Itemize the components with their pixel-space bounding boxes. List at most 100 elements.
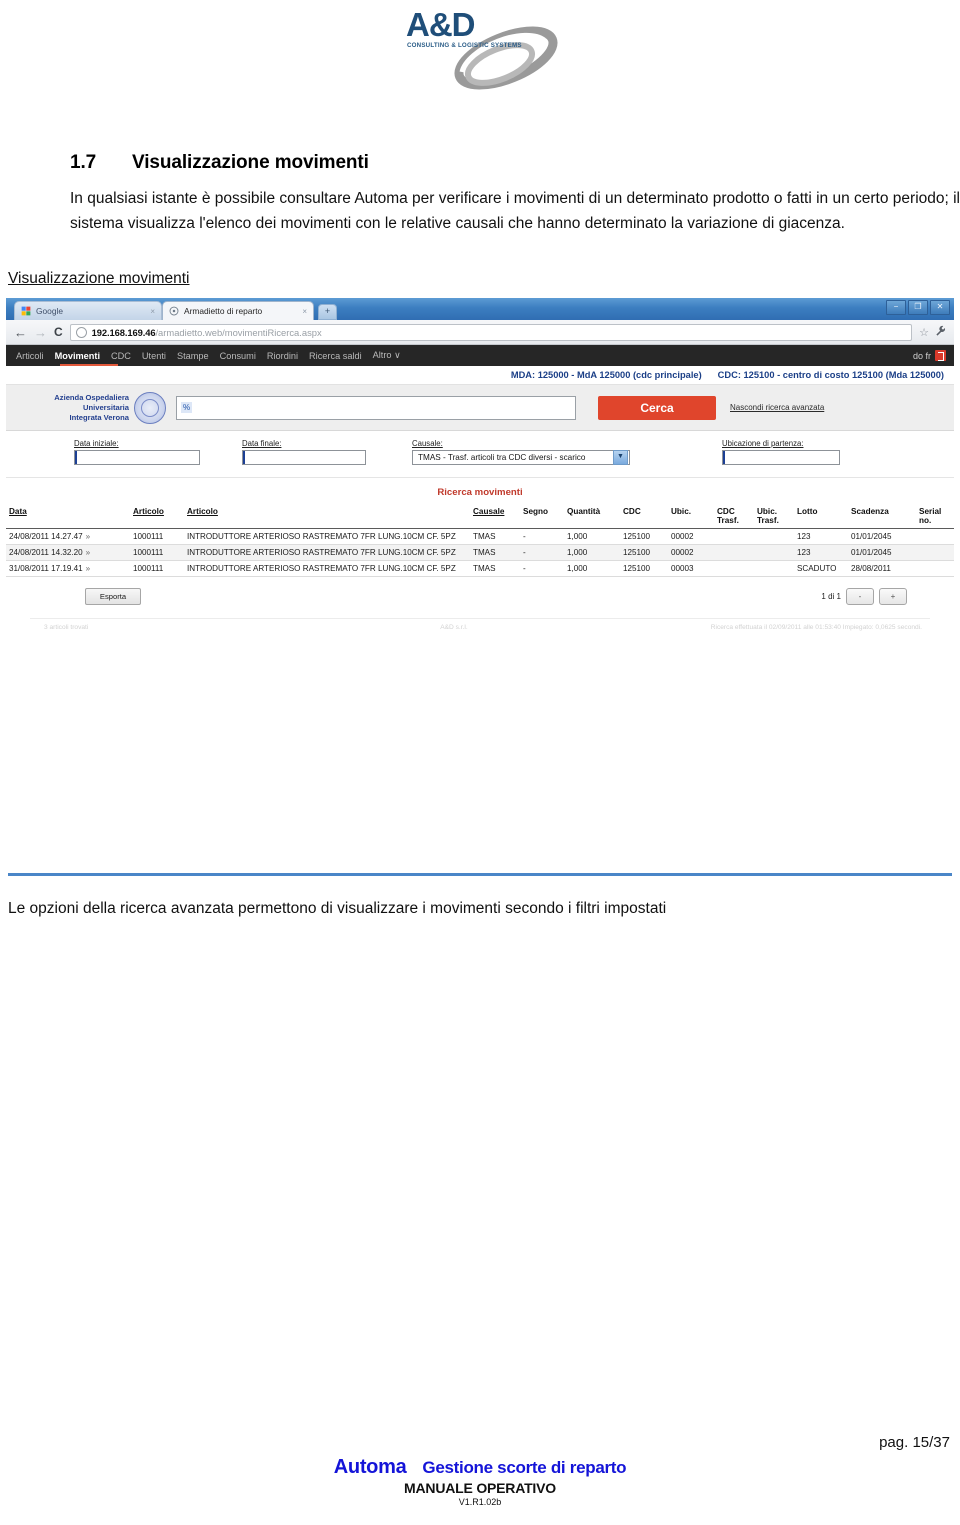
cell-quantita: 1,000	[564, 560, 620, 577]
cell-causale: TMAS	[470, 544, 520, 561]
nav-item-altro[interactable]: Altro ∨	[373, 350, 401, 361]
browser-tab-armadietto[interactable]: Armadietto di reparto ×	[162, 301, 314, 320]
nav-item-cdc[interactable]: CDC	[111, 351, 131, 361]
chevron-down-icon[interactable]: ▼	[613, 450, 628, 465]
tab-title: Armadietto di reparto	[184, 306, 263, 316]
col-data[interactable]: Data	[6, 505, 130, 529]
logout-icon[interactable]	[935, 350, 946, 361]
cell-serial	[916, 544, 954, 561]
cell-cdc-trasf	[714, 560, 754, 577]
table-header-row: Data Articolo Articolo Causale Segno Qua…	[6, 505, 954, 529]
table-row[interactable]: 31/08/2011 17.19.41» 1000111 INTRODUTTOR…	[6, 560, 954, 577]
nav-item-consumi[interactable]: Consumi	[220, 351, 256, 361]
data-iniziale-input[interactable]	[74, 450, 200, 465]
pager-prev-button[interactable]: -	[846, 588, 874, 605]
nav-item-movimenti[interactable]: Movimenti	[55, 351, 100, 361]
app-main-nav: Articoli Movimenti CDC Utenti Stampe Con…	[6, 345, 954, 366]
toggle-advanced-search-link[interactable]: Nascondi ricerca avanzata	[730, 403, 824, 412]
ubicazione-partenza-input[interactable]	[722, 450, 840, 465]
results-title: Ricerca movimenti	[437, 487, 523, 498]
nav-item-ricerca-saldi[interactable]: Ricerca saldi	[309, 351, 362, 361]
new-tab-button[interactable]: +	[318, 304, 337, 320]
filter-data-finale: Data finale:	[242, 439, 366, 465]
wrench-menu-icon[interactable]	[935, 325, 946, 339]
cell-cdc: 125100	[620, 544, 668, 561]
col-cdc: CDC	[620, 505, 668, 529]
hospital-line-1: Azienda Ospedaliera	[54, 392, 129, 402]
bookmark-star-icon[interactable]: ☆	[919, 326, 929, 339]
close-icon[interactable]: ×	[150, 307, 155, 316]
footer-brand: Automa	[333, 1456, 407, 1478]
causale-select[interactable]: TMAS - Trasf. articoli tra CDC diversi -…	[412, 450, 630, 465]
forward-icon[interactable]: →	[34, 326, 47, 339]
filter-causale: Causale: TMAS - Trasf. articoli tra CDC …	[412, 439, 630, 465]
company-logo: A&D CONSULTING & LOGISTIC SYSTEMS	[0, 4, 960, 99]
col-causale[interactable]: Causale	[470, 505, 520, 529]
expand-chevron-icon[interactable]: »	[83, 532, 94, 541]
cell-data: 31/08/2011 17.19.41»	[6, 560, 130, 577]
url-host: 192.168.169.46	[91, 326, 156, 338]
horizontal-rule	[8, 873, 952, 876]
cell-causale: TMAS	[470, 528, 520, 545]
logo-wordmark: A&D	[406, 6, 475, 43]
cell-scadenza: 28/08/2011	[848, 560, 916, 577]
nav-item-riordini[interactable]: Riordini	[267, 351, 298, 361]
address-bar[interactable]: 192.168.169.46/armadietto.web/movimentiR…	[69, 323, 913, 341]
cell-ubic: 00003	[668, 560, 714, 577]
page-footer: Automa Gestione scorte di reparto MANUALE…	[0, 1456, 960, 1507]
cell-serial	[916, 560, 954, 577]
url-path: /armadietto.web/movimentiRicerca.aspx	[155, 326, 322, 338]
maximize-button[interactable]: ❐	[908, 300, 928, 315]
cell-lotto: 123	[794, 544, 848, 561]
col-ubic: Ubic.	[668, 505, 714, 529]
cell-codice: 1000111	[130, 560, 184, 577]
close-window-button[interactable]: ✕	[930, 300, 950, 315]
reload-icon[interactable]: C	[54, 326, 63, 338]
results-area: Ricerca movimenti Data Articolo Articolo…	[6, 478, 954, 638]
hospital-seal-icon	[134, 391, 166, 424]
cell-ubic: 00002	[668, 544, 714, 561]
cell-articolo: INTRODUTTORE ARTERIOSO RASTREMATO 7FR LU…	[184, 528, 470, 545]
nav-item-stampe[interactable]: Stampe	[177, 351, 209, 361]
footer-version: V1.R1.02b	[458, 1497, 502, 1507]
back-icon[interactable]: ←	[14, 326, 27, 339]
context-bar: MDA: 125000 - MdA 125000 (cdc principale…	[6, 366, 954, 385]
table-row[interactable]: 24/08/2011 14.32.20» 1000111 INTRODUTTOR…	[6, 544, 954, 561]
cell-causale: TMAS	[470, 560, 520, 577]
window-controls: − ❐ ✕	[886, 300, 950, 315]
col-articolo-desc[interactable]: Articolo	[184, 505, 470, 529]
user-label: do fr	[912, 350, 931, 361]
cell-scadenza: 01/01/2045	[848, 544, 916, 561]
logo-tagline: CONSULTING & LOGISTIC SYSTEMS	[407, 42, 522, 49]
hospital-branding: Azienda Ospedaliera Universitaria Integr…	[16, 391, 166, 424]
expand-chevron-icon[interactable]: »	[83, 564, 94, 573]
nav-item-articoli[interactable]: Articoli	[16, 351, 44, 361]
google-favicon-icon	[21, 306, 31, 316]
pager-text: 1 di 1	[821, 592, 841, 601]
cerca-button[interactable]: Cerca	[598, 395, 716, 420]
hospital-line-2: Universitaria	[82, 402, 129, 412]
active-tab-indicator	[60, 364, 118, 366]
filter-label: Data iniziale:	[74, 439, 119, 448]
close-icon[interactable]: ×	[302, 307, 307, 316]
col-articolo-codice[interactable]: Articolo	[130, 505, 184, 529]
nav-item-utenti[interactable]: Utenti	[142, 351, 166, 361]
cell-lotto: 123	[794, 528, 848, 545]
filter-label: Data finale:	[242, 439, 282, 448]
expand-chevron-icon[interactable]: »	[83, 548, 94, 557]
search-input[interactable]: %	[176, 395, 576, 420]
esporta-button[interactable]: Esporta	[85, 588, 141, 605]
cell-segno: -	[520, 560, 564, 577]
browser-tab-google[interactable]: Google ×	[14, 301, 162, 320]
search-band: Azienda Ospedaliera Universitaria Integr…	[6, 385, 954, 431]
data-finale-input[interactable]	[242, 450, 366, 465]
filter-label: Ubicazione di partenza:	[722, 439, 804, 448]
pager-next-button[interactable]: +	[879, 588, 907, 605]
col-scadenza: Scadenza	[848, 505, 916, 529]
minimize-button[interactable]: −	[886, 300, 906, 315]
table-row[interactable]: 24/08/2011 14.27.47» 1000111 INTRODUTTOR…	[6, 528, 954, 545]
cell-articolo: INTRODUTTORE ARTERIOSO RASTREMATO 7FR LU…	[184, 560, 470, 577]
cell-segno: -	[520, 528, 564, 545]
user-area[interactable]: do fr	[913, 350, 946, 361]
filter-label: Causale:	[412, 439, 443, 448]
